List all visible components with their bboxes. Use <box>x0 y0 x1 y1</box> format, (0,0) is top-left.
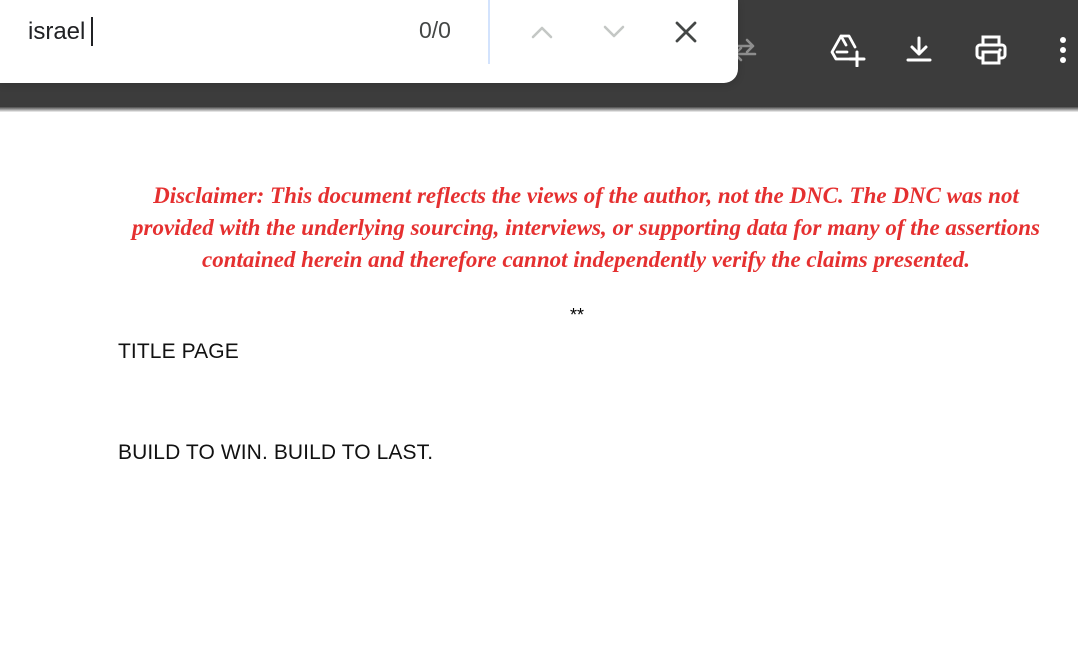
toolbar-shadow <box>0 106 1078 112</box>
print-icon[interactable] <box>967 24 1015 76</box>
separator-stars: ** <box>570 305 585 325</box>
chevron-down-icon <box>603 25 625 38</box>
disclaimer-text: Disclaimer: This document reflects the v… <box>132 183 1040 272</box>
title-page-heading: TITLE PAGE <box>118 340 239 363</box>
slogan-line: BUILD TO WIN. BUILD TO LAST. <box>118 441 434 464</box>
text-caret <box>91 17 93 46</box>
next-match-button[interactable] <box>592 12 636 52</box>
chevron-up-icon <box>531 26 553 39</box>
close-icon <box>675 21 697 43</box>
more-vert-icon[interactable] <box>1039 24 1078 76</box>
close-find-button[interactable] <box>664 12 708 52</box>
match-count: 0/0 <box>419 17 451 43</box>
previous-match-button[interactable] <box>520 12 564 52</box>
find-divider <box>488 0 490 64</box>
download-icon[interactable] <box>895 24 943 76</box>
add-to-drive-icon[interactable] <box>823 24 871 76</box>
find-bar: 0/0 <box>0 0 738 83</box>
find-input[interactable] <box>28 14 368 50</box>
